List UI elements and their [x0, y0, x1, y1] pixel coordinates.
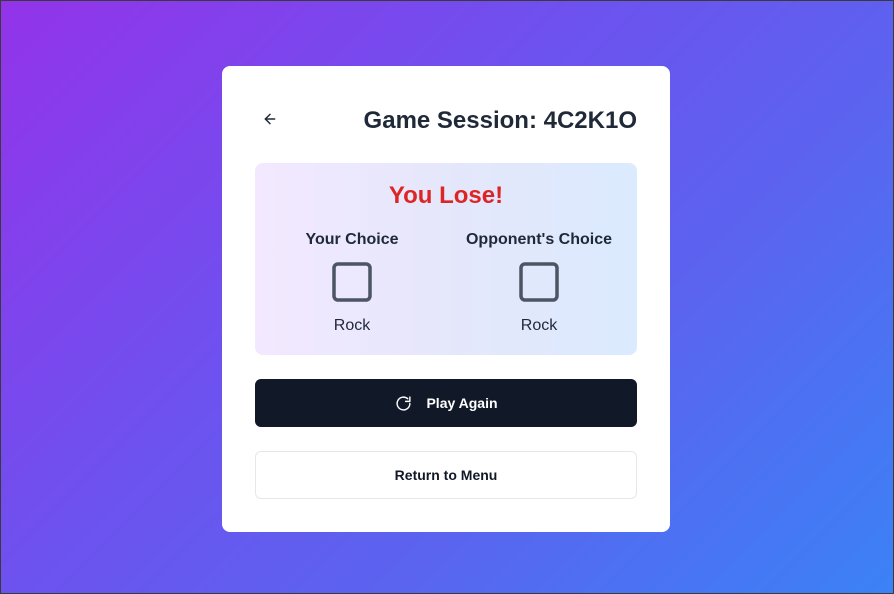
back-button[interactable]	[255, 106, 285, 132]
game-session-card: Game Session: 4C2K1O You Lose! Your Choi…	[222, 66, 670, 532]
square-icon	[519, 262, 559, 302]
return-to-menu-button[interactable]: Return to Menu	[255, 451, 637, 499]
arrow-left-icon	[262, 111, 278, 127]
your-choice-label: Your Choice	[305, 231, 399, 248]
square-icon	[332, 262, 372, 302]
opponent-choice: Opponent's Choice Rock	[459, 229, 619, 337]
result-panel: You Lose! Your Choice Rock Opponent's Ch…	[255, 163, 637, 355]
card-header: Game Session: 4C2K1O	[255, 66, 637, 176]
return-to-menu-label: Return to Menu	[394, 467, 498, 483]
opponent-choice-value: Rock	[520, 317, 558, 334]
result-text: You Lose!	[388, 182, 504, 209]
play-again-button[interactable]: Play Again	[255, 379, 637, 427]
your-choice: Your Choice Rock	[272, 229, 432, 337]
opponent-choice-label: Opponent's Choice	[465, 231, 613, 248]
play-again-label: Play Again	[426, 395, 498, 411]
page-title: Game Session: 4C2K1O	[363, 107, 637, 134]
rotate-cw-icon	[394, 394, 412, 412]
your-choice-value: Rock	[333, 317, 371, 334]
